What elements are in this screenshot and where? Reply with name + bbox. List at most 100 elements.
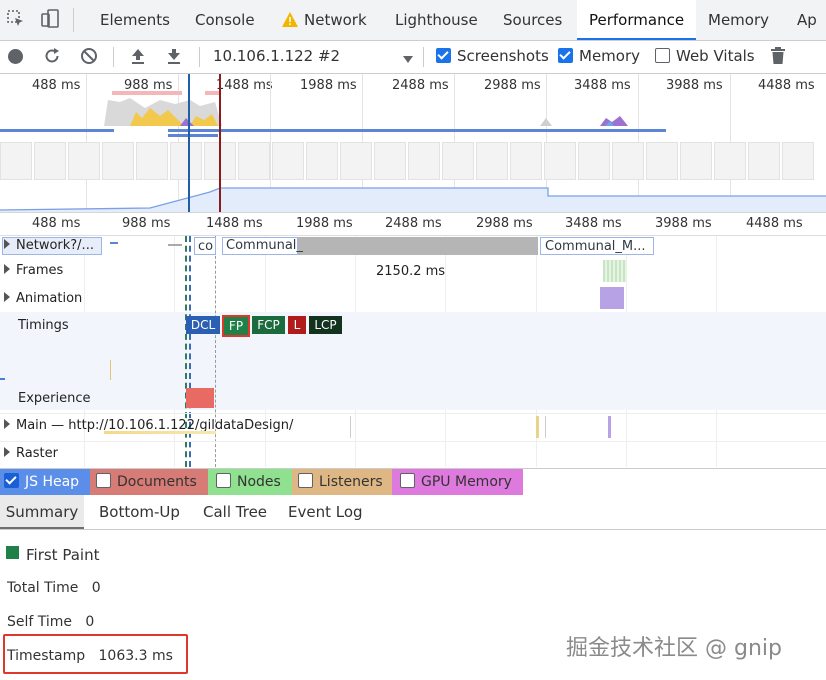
- tab-bottom-up[interactable]: Bottom-Up: [99, 495, 180, 527]
- tab-application[interactable]: Ap: [797, 0, 817, 40]
- memory-label: Memory: [579, 47, 641, 65]
- layout-shift-block[interactable]: [186, 388, 214, 408]
- total-time-label: Total Time: [7, 580, 79, 596]
- expand-arrow-icon: [4, 239, 10, 249]
- total-time-value: 0: [91, 580, 101, 596]
- expand-arrow-icon: [4, 447, 10, 457]
- flamechart-area[interactable]: Network?/... co Communal_ Communal_M... …: [0, 236, 826, 467]
- ruler-tick: 3988 ms: [655, 216, 712, 231]
- documents-label: Documents: [117, 474, 197, 490]
- expand-arrow-icon: [4, 292, 10, 302]
- tab-sources[interactable]: Sources: [503, 0, 562, 40]
- frames-label: Frames: [16, 263, 64, 278]
- ruler-tick: 2488 ms: [385, 216, 442, 231]
- memory-checkbox[interactable]: Memory: [558, 47, 640, 65]
- network-request-name: Communal_: [226, 238, 303, 253]
- network-track-row[interactable]: Network?/... co Communal_ Communal_M...: [0, 236, 826, 256]
- timeline-overview[interactable]: 488 ms 988 ms 1488 ms 1988 ms 2488 ms 29…: [0, 74, 826, 213]
- listeners-checkbox[interactable]: Listeners: [292, 469, 392, 495]
- details-tab-bar: Summary Bottom-Up Call Tree Event Log: [0, 495, 826, 530]
- listeners-label: Listeners: [319, 474, 383, 490]
- frame-block[interactable]: [603, 260, 627, 282]
- total-time-row: Total Time 0: [7, 580, 101, 596]
- animation-track-label[interactable]: Animation: [4, 291, 82, 306]
- tab-lighthouse[interactable]: Lighthouse: [395, 0, 478, 40]
- checkbox-unchecked-icon: [96, 473, 111, 488]
- raster-label: Raster: [16, 446, 58, 461]
- frames-track-label[interactable]: Frames: [4, 263, 63, 278]
- first-paint-swatch: [6, 546, 19, 559]
- nodes-label: Nodes: [237, 474, 281, 490]
- ruler-tick: 488 ms: [32, 216, 81, 231]
- tab-summary[interactable]: Summary: [0, 495, 84, 529]
- timing-dcl[interactable]: DCL: [186, 316, 220, 334]
- tab-call-tree[interactable]: Call Tree: [203, 495, 267, 527]
- checkbox-unchecked-icon: [216, 473, 231, 488]
- timing-fcp[interactable]: FCP: [252, 316, 285, 334]
- ruler-tick: 4488 ms: [746, 216, 803, 231]
- network-track-label[interactable]: Network?/...: [4, 238, 94, 253]
- record-icon[interactable]: [8, 49, 23, 64]
- js-heap-checkbox[interactable]: JS Heap: [0, 469, 90, 495]
- ruler-tick: 1488 ms: [206, 216, 263, 231]
- network-suffix: ?/...: [70, 238, 94, 253]
- frame-duration[interactable]: 2150.2 ms: [376, 264, 445, 279]
- network-overview-bar: [0, 129, 114, 132]
- upload-icon[interactable]: [129, 47, 147, 69]
- screenshots-checkbox[interactable]: Screenshots: [436, 47, 549, 65]
- selection-marker-right[interactable]: [219, 74, 221, 212]
- timing-fp[interactable]: FP: [222, 315, 250, 337]
- clear-icon[interactable]: [80, 47, 98, 69]
- timings-track-label: Timings: [18, 318, 69, 333]
- tab-elements[interactable]: Elements: [100, 0, 170, 40]
- tab-memory[interactable]: Memory: [708, 0, 769, 40]
- network-label: Network: [16, 238, 71, 253]
- ruler-tick: 1988 ms: [296, 216, 353, 231]
- checkbox-unchecked-icon: [298, 473, 313, 488]
- warning-icon: [282, 12, 298, 31]
- network-request-bar[interactable]: [168, 244, 182, 246]
- expand-arrow-icon: [4, 264, 10, 274]
- reload-icon[interactable]: [43, 47, 61, 69]
- raster-track-label[interactable]: Raster: [4, 446, 58, 461]
- gpu-memory-label: GPU Memory: [421, 474, 512, 490]
- timings-track-bg: [0, 312, 826, 410]
- network-request-bar[interactable]: Communal_M...: [540, 237, 654, 255]
- timestamp-label: Timestamp: [7, 648, 86, 664]
- profile-select[interactable]: 10.106.1.122 #2: [213, 47, 413, 65]
- timing-load[interactable]: L: [288, 316, 306, 334]
- nodes-checkbox[interactable]: Nodes: [208, 469, 292, 495]
- checkbox-checked-icon: [558, 48, 573, 63]
- documents-checkbox[interactable]: Documents: [90, 469, 208, 495]
- watermark: 掘金技术社区 @ gnip: [566, 636, 782, 661]
- performance-toolbar: 10.106.1.122 #2 Screenshots Memory Web V…: [0, 41, 826, 74]
- checkbox-checked-icon: [436, 48, 451, 63]
- tab-event-log[interactable]: Event Log: [288, 495, 363, 527]
- network-request-bar[interactable]: co: [194, 237, 216, 255]
- checkbox-unchecked-icon: [400, 473, 415, 488]
- checkbox-unchecked-icon: [655, 48, 670, 63]
- animation-label: Animation: [16, 291, 83, 306]
- summary-panel: First Paint Total Time 0 Self Time 0 Tim…: [0, 530, 826, 680]
- timing-lcp[interactable]: LCP: [309, 316, 342, 334]
- network-request-bar[interactable]: Communal_: [222, 237, 538, 255]
- devtools-tab-bar: Elements Console Network Lighthouse Sour…: [0, 0, 826, 41]
- animation-block[interactable]: [600, 287, 624, 309]
- tab-performance[interactable]: Performance: [577, 0, 697, 40]
- profile-select-value: 10.106.1.122 #2: [213, 47, 341, 65]
- tab-network[interactable]: Network: [304, 0, 367, 40]
- js-heap-label: JS Heap: [25, 474, 80, 490]
- device-toolbar-icon[interactable]: [40, 9, 60, 29]
- experience-track-label: Experience: [18, 391, 91, 406]
- download-icon[interactable]: [165, 47, 183, 69]
- selection-marker-left[interactable]: [188, 74, 190, 212]
- inspect-element-icon[interactable]: [7, 10, 25, 28]
- self-time-value: 0: [85, 614, 95, 630]
- self-time-row: Self Time 0: [7, 614, 94, 630]
- timeline-ruler: 488 ms 988 ms 1488 ms 1988 ms 2488 ms 29…: [0, 213, 826, 236]
- web-vitals-checkbox[interactable]: Web Vitals: [655, 47, 755, 65]
- trash-icon[interactable]: [770, 47, 786, 69]
- tab-console[interactable]: Console: [195, 0, 255, 40]
- gpu-memory-checkbox[interactable]: GPU Memory: [392, 469, 523, 495]
- ruler-tick: 2988 ms: [476, 216, 533, 231]
